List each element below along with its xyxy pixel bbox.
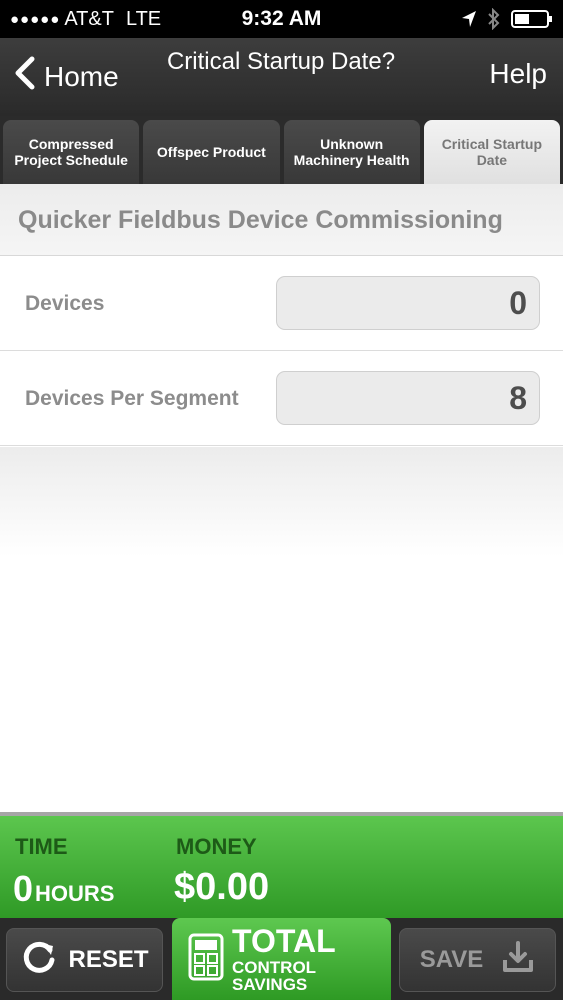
bottom-toolbar: RESET TOTAL CONTROL SAVINGS SAVE bbox=[0, 918, 563, 1000]
tab-offspec-product[interactable]: Offspec Product bbox=[143, 120, 280, 184]
reset-button[interactable]: RESET bbox=[6, 928, 163, 992]
content-area bbox=[0, 447, 563, 812]
devices-per-segment-label: Devices Per Segment bbox=[25, 387, 239, 410]
tab-unknown-machinery-health[interactable]: Unknown Machinery Health bbox=[283, 120, 420, 184]
back-label: Home bbox=[44, 60, 119, 92]
savings-summary: TIME MONEY 0 HOURS $0.00 bbox=[0, 812, 563, 918]
tab-critical-startup-date[interactable]: Critical Startup Date bbox=[423, 120, 560, 184]
status-right bbox=[461, 8, 553, 30]
help-button[interactable]: Help bbox=[489, 58, 547, 90]
bluetooth-icon bbox=[487, 8, 501, 30]
page-title: Critical Startup Date? bbox=[166, 48, 396, 75]
time-label: TIME bbox=[15, 834, 68, 859]
location-arrow-icon bbox=[461, 10, 477, 28]
download-icon bbox=[501, 940, 535, 981]
time-unit: HOURS bbox=[35, 881, 115, 906]
home-back-button[interactable]: Home bbox=[14, 56, 119, 97]
devices-per-segment-row: Devices Per Segment 8 bbox=[0, 351, 563, 446]
money-label: MONEY bbox=[176, 834, 257, 859]
save-button[interactable]: SAVE bbox=[399, 928, 556, 992]
total-control-savings-button[interactable]: TOTAL CONTROL SAVINGS bbox=[172, 918, 391, 1000]
devices-row: Devices 0 bbox=[0, 256, 563, 351]
battery-icon bbox=[511, 9, 553, 29]
devices-input[interactable]: 0 bbox=[276, 276, 540, 330]
back-chevron-icon bbox=[14, 56, 36, 97]
tab-compressed-project-schedule[interactable]: Compressed Project Schedule bbox=[3, 120, 140, 184]
reset-label: RESET bbox=[68, 946, 149, 973]
section-header: Quicker Fieldbus Device Commissioning bbox=[0, 184, 563, 256]
status-bar: ●●●●● AT&T LTE 9:32 AM bbox=[0, 0, 563, 38]
money-value: $0.00 bbox=[174, 866, 270, 908]
control-savings-label: CONTROL SAVINGS bbox=[232, 958, 316, 994]
time-value: 0 HOURS bbox=[13, 868, 114, 910]
save-label: SAVE bbox=[419, 946, 484, 973]
total-label: TOTAL bbox=[232, 923, 336, 959]
time-number: 0 bbox=[13, 868, 34, 909]
tab-bar: Compressed Project Schedule Offspec Prod… bbox=[0, 116, 563, 184]
calculator-icon bbox=[188, 933, 224, 986]
section-title: Quicker Fieldbus Device Commissioning bbox=[18, 206, 503, 234]
devices-label: Devices bbox=[25, 292, 105, 315]
devices-per-segment-input[interactable]: 8 bbox=[276, 371, 540, 425]
total-text: TOTAL CONTROL SAVINGS bbox=[232, 925, 391, 993]
refresh-icon bbox=[20, 938, 58, 983]
nav-bar: Home Critical Startup Date? Help bbox=[0, 38, 563, 116]
